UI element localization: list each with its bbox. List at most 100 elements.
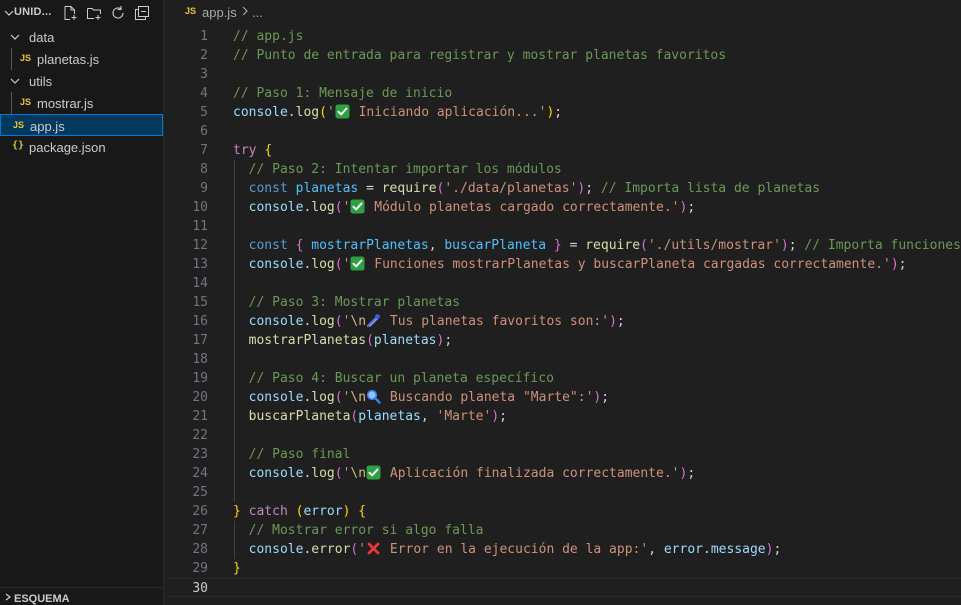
check-mark-emoji-icon: [350, 199, 365, 214]
code-line[interactable]: 18: [164, 350, 961, 369]
check-mark-emoji-icon: [366, 465, 381, 480]
collapse-all-icon[interactable]: [134, 5, 150, 21]
code-editor[interactable]: JS app.js ... 1 // app.js 2 // Punto de ent…: [164, 0, 961, 605]
code-token: buscarPlaneta: [444, 238, 547, 253]
refresh-icon[interactable]: [110, 5, 126, 21]
code-token: error: [311, 542, 351, 557]
breadcrumb: JS app.js ...: [164, 0, 961, 24]
code-line[interactable]: 11: [164, 217, 961, 236]
chevron-down-icon[interactable]: [9, 75, 21, 87]
project-title: UNID...: [14, 6, 52, 18]
code-text: // app.js: [233, 27, 303, 46]
tree-item-app-js[interactable]: JS app.js: [0, 114, 163, 136]
chevron-right-icon[interactable]: [3, 592, 13, 602]
code-token: // Paso 3: Mostrar planetas: [248, 295, 460, 310]
breadcrumb-more[interactable]: ...: [252, 5, 263, 20]
code-line[interactable]: 27 // Mostrar error si algo falla: [164, 521, 961, 540]
javascript-file-icon: JS: [185, 6, 197, 16]
code-line[interactable]: 2 // Punto de entrada para registrar y mo…: [164, 46, 961, 65]
line-number: 24: [192, 466, 208, 481]
code-line[interactable]: 26} catch (error) {: [164, 502, 961, 521]
tree-item-data[interactable]: data: [0, 26, 163, 48]
line-number: 28: [192, 542, 208, 557]
line-number: 13: [192, 257, 208, 272]
code-line[interactable]: 24 console.log('\n Aplicación finalizada…: [164, 464, 961, 483]
code-line[interactable]: 16 console.log('\n Tus planetas favorito…: [164, 312, 961, 331]
code-token: // app.js: [233, 29, 304, 44]
code-token: console: [248, 390, 304, 405]
code-line[interactable]: 22: [164, 426, 961, 445]
code-text: const { mostrarPlanetas, buscarPlaneta }…: [233, 236, 961, 255]
code-token: ': [342, 200, 351, 215]
code-line[interactable]: 13 console.log(' Funciones mostrarPlanet…: [164, 255, 961, 274]
tree-item-label: package.json: [29, 140, 106, 155]
code-line[interactable]: 28 console.error(' Error en la ejecución…: [164, 540, 961, 559]
code-token: mostrarPlanetas: [311, 238, 429, 253]
line-number: 30: [192, 581, 208, 596]
tree-item-utils[interactable]: utils: [0, 70, 163, 92]
line-number: 17: [192, 333, 208, 348]
code-token: ): [609, 314, 617, 329]
code-token: Buscando planeta "Marte":': [382, 390, 594, 405]
javascript-file-icon: JS: [13, 120, 25, 130]
code-token: const: [248, 181, 288, 196]
tree-item-mostrar-js[interactable]: JS mostrar.js: [0, 92, 163, 114]
line-number: 4: [200, 86, 208, 101]
code-token: =: [358, 181, 382, 196]
code-line[interactable]: 15 // Paso 3: Mostrar planetas: [164, 293, 961, 312]
new-file-icon[interactable]: [62, 5, 78, 21]
outline-header[interactable]: ESQUEMA: [0, 587, 163, 605]
explorer-sidebar: UNID... data JS planetas.js utils JS mostrar.…: [0, 0, 164, 605]
code-token: log: [311, 257, 335, 272]
code-line[interactable]: 25: [164, 483, 961, 502]
code-text: mostrarPlanetas(planetas);: [233, 331, 453, 350]
code-token: log: [311, 390, 335, 405]
code-line[interactable]: 7 try {: [164, 141, 961, 160]
code-token: ;: [554, 105, 563, 120]
code-token: .: [702, 542, 711, 557]
code-line[interactable]: 30: [164, 578, 961, 597]
code-area[interactable]: 1 // app.js 2 // Punto de entrada para regi…: [164, 24, 961, 605]
code-line[interactable]: 20 console.log('\n Buscando planeta "Mar…: [164, 388, 961, 407]
code-line[interactable]: 8 // Paso 2: Intentar importar los módul…: [164, 160, 961, 179]
code-line[interactable]: 19 // Paso 4: Buscar un planeta específi…: [164, 369, 961, 388]
code-line[interactable]: 17 mostrarPlanetas(planetas);: [164, 331, 961, 350]
tree-item-planetas-js[interactable]: JS planetas.js: [0, 48, 163, 70]
line-number: 3: [200, 67, 208, 82]
code-line[interactable]: 3: [164, 65, 961, 84]
code-line[interactable]: 1 // app.js: [164, 27, 961, 46]
code-line[interactable]: 5 console.log(' Iniciando aplicación...')…: [164, 103, 961, 122]
code-text: console.log(' Módulo planetas cargado co…: [233, 198, 695, 217]
code-line[interactable]: 10 console.log(' Módulo planetas cargado…: [164, 198, 961, 217]
code-token: // Paso 4: Buscar un planeta específico: [248, 371, 554, 386]
line-number: 6: [200, 124, 208, 139]
code-token: log: [295, 105, 320, 120]
code-token: planetas: [358, 409, 421, 424]
new-folder-icon[interactable]: [86, 5, 102, 21]
code-line[interactable]: 9 const planetas = require('./data/plane…: [164, 179, 961, 198]
code-line[interactable]: 12 const { mostrarPlanetas, buscarPlanet…: [164, 236, 961, 255]
code-line[interactable]: 6: [164, 122, 961, 141]
check-mark-emoji-icon: [350, 256, 365, 271]
code-line[interactable]: 21 buscarPlaneta(planetas, 'Marte');: [164, 407, 961, 426]
code-token: console: [248, 466, 304, 481]
line-number: 16: [192, 314, 208, 329]
tree-item-package-json[interactable]: {} package.json: [0, 136, 163, 158]
code-line[interactable]: 14: [164, 274, 961, 293]
code-line[interactable]: 23 // Paso final: [164, 445, 961, 464]
line-number: 19: [192, 371, 208, 386]
code-line[interactable]: 29}: [164, 559, 961, 578]
breadcrumb-file[interactable]: app.js: [202, 5, 237, 20]
explorer-header[interactable]: UNID...: [0, 0, 163, 26]
chevron-down-icon[interactable]: [9, 31, 21, 43]
code-text: } catch (error) {: [233, 502, 366, 521]
code-line[interactable]: 4 // Paso 1: Mensaje de inicio: [164, 84, 961, 103]
